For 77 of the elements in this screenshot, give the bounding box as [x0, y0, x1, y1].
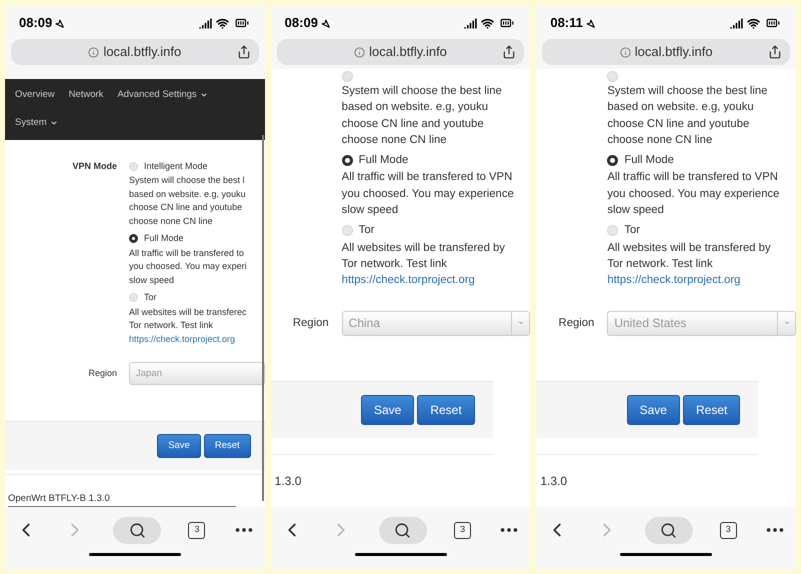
tabs-button[interactable]: 3	[188, 522, 206, 538]
wifi-icon	[481, 16, 494, 30]
radio-button[interactable]	[342, 154, 353, 166]
battery-icon	[498, 16, 516, 30]
option-description: System will choose the best line based on website. e.g, youku choose CN line and youtube choose none CN line	[342, 84, 503, 148]
field-label: Region	[558, 316, 594, 329]
nav-menu-item[interactable]: System	[15, 116, 58, 130]
url-text: local.btfly.info	[634, 43, 713, 62]
caret-icon	[200, 91, 208, 100]
share-icon[interactable]	[502, 45, 516, 59]
option-label: Intelligent Mode	[144, 160, 208, 173]
signal-icon	[464, 16, 478, 30]
footer-version: OpenWrt BTFLY-B 1.3.0	[7, 493, 110, 504]
option-description: All websites will be transferec Tor network. Test link	[129, 306, 247, 332]
field-label: Region	[88, 368, 117, 378]
option-description: All traffic will be transfered to VPN you choosed. You may experience slow speed	[342, 170, 514, 218]
option-label: Full Mode	[624, 153, 674, 168]
location-arrow-icon	[55, 18, 64, 28]
address-bar[interactable]: local.btfly.info	[11, 39, 259, 65]
nav-menu-item[interactable]: Network	[68, 88, 104, 102]
info-icon	[354, 46, 366, 58]
wifi-icon	[216, 16, 229, 30]
option-description: All websites will be transfered by Tor network. Test link	[607, 240, 772, 272]
field-label: VPN Mode	[72, 160, 117, 170]
status-time: 08:09	[19, 14, 52, 32]
field-label: Region	[292, 316, 329, 329]
status-time: 08:09	[284, 14, 318, 32]
option-label: Tor	[358, 223, 374, 238]
location-arrow-icon	[320, 18, 330, 28]
info-icon	[620, 46, 631, 58]
form-button[interactable]: Reset	[682, 394, 740, 425]
share-icon[interactable]	[768, 45, 782, 59]
option-label: Tor	[624, 223, 640, 238]
signal-icon	[198, 16, 212, 30]
battery-icon	[764, 16, 782, 30]
option-description: System will choose the best l based on website. e.g, youku choose CN line and youtube choose none CN line	[129, 174, 247, 228]
search-button[interactable]	[378, 516, 427, 544]
tabs-button[interactable]: 3	[454, 522, 472, 538]
form-button[interactable]: Save	[360, 394, 414, 425]
search-button[interactable]	[113, 516, 162, 544]
option-description: All traffic will be transfered to you choosed. You may experi slow speed	[129, 246, 247, 287]
footer-version: 1.3.0	[539, 474, 568, 488]
location-arrow-icon	[586, 18, 595, 28]
search-icon	[660, 522, 678, 538]
search-button[interactable]	[644, 516, 693, 544]
status-time: 08:11	[550, 14, 583, 32]
torproject-link[interactable]: https://check.torproject.org	[607, 272, 780, 289]
battery-icon	[232, 16, 251, 30]
wifi-icon	[747, 16, 760, 30]
radio-button[interactable]	[607, 154, 618, 166]
address-bar[interactable]: local.btfly.info	[542, 39, 790, 65]
footer-version: 1.3.0	[274, 474, 302, 488]
option-label: Tor	[144, 291, 157, 304]
option-description: System will choose the best line based on website. e.g, youku choose CN line and youtube choose none CN line	[607, 84, 768, 148]
signal-icon	[730, 16, 744, 30]
torproject-link[interactable]: https://check.torproject.org	[129, 332, 247, 346]
option-description: All traffic will be transfered to VPN you choosed. You may experience slow speed	[607, 170, 780, 218]
form-button[interactable]: Reset	[417, 394, 475, 425]
form-button[interactable]: Save	[157, 434, 201, 458]
url-text: local.btfly.info	[103, 43, 182, 62]
option-label: Full Mode	[358, 153, 408, 168]
nav-menu-item[interactable]: Advanced Settings	[117, 88, 208, 102]
tabs-button[interactable]: 3	[720, 522, 737, 538]
option-description: All websites will be transfered by Tor network. Test link	[342, 240, 506, 272]
info-icon	[88, 46, 100, 58]
nav-menu-item[interactable]: Overview	[15, 88, 55, 102]
form-button[interactable]: Save	[626, 394, 680, 425]
share-icon[interactable]	[236, 45, 251, 59]
search-icon	[394, 522, 412, 538]
torproject-link[interactable]: https://check.torproject.org	[342, 272, 514, 289]
search-icon	[128, 522, 146, 538]
address-bar[interactable]: local.btfly.info	[276, 39, 524, 65]
option-label: Full Mode	[144, 232, 184, 245]
radio-button[interactable]	[129, 234, 138, 244]
url-text: local.btfly.info	[369, 43, 447, 62]
form-button[interactable]: Reset	[204, 434, 251, 458]
caret-icon	[50, 119, 58, 128]
